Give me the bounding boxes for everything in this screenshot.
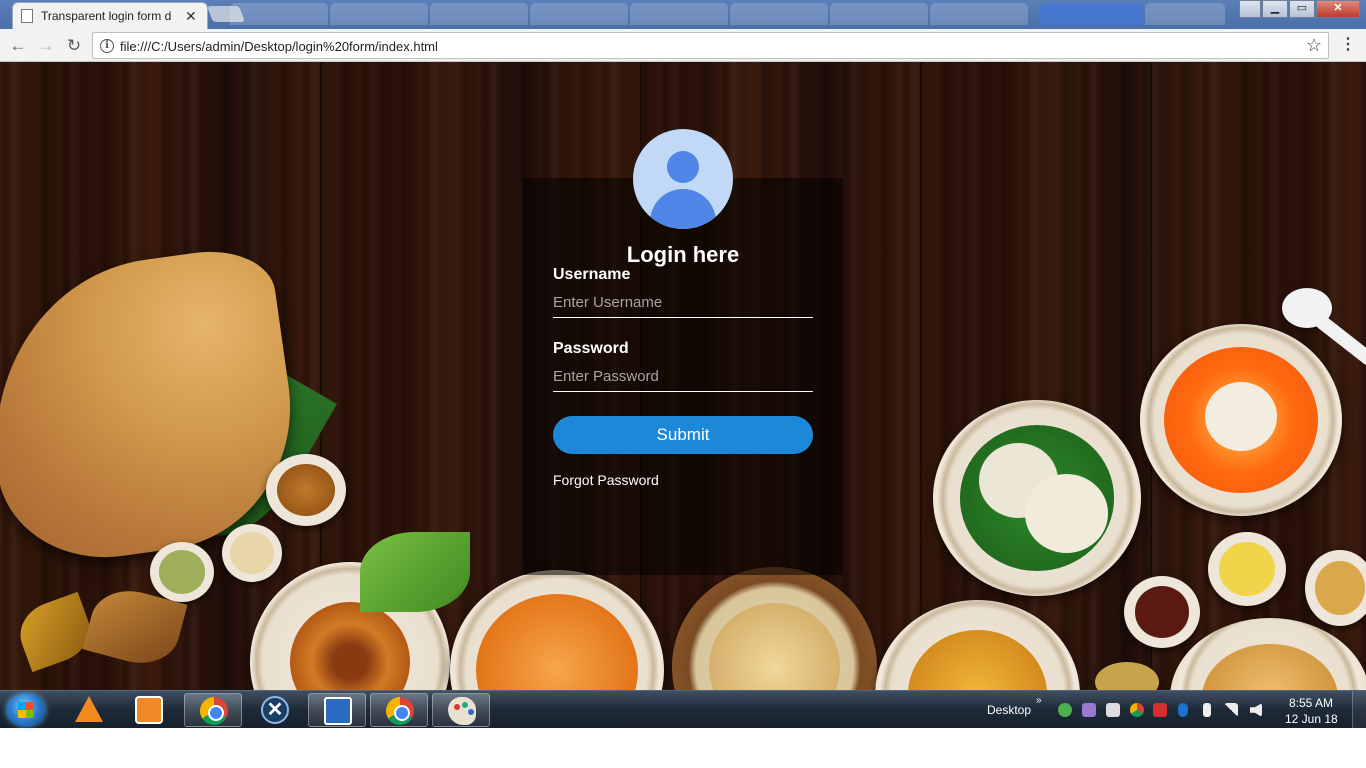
puri-plate xyxy=(1170,618,1366,690)
tray-app-icon[interactable] xyxy=(1082,703,1096,717)
tab-title: Transparent login form d xyxy=(41,9,172,23)
back-button[interactable]: ← xyxy=(7,35,29,57)
username-input[interactable] xyxy=(553,288,813,318)
clock-date[interactable]: 12 Jun 18 xyxy=(1285,712,1338,726)
background-tab[interactable] xyxy=(830,3,928,25)
paint-icon xyxy=(448,697,476,725)
chrome-icon xyxy=(200,697,228,725)
maximize-button[interactable]: ▭ xyxy=(1289,0,1315,18)
info-icon[interactable]: i xyxy=(100,39,114,53)
page-icon xyxy=(21,9,33,23)
sambar-bowl xyxy=(266,454,346,526)
avatar-icon xyxy=(633,129,733,229)
background-tab[interactable] xyxy=(1040,3,1144,25)
lettuce-image xyxy=(360,532,470,612)
windows-logo-icon xyxy=(18,702,34,718)
start-button[interactable] xyxy=(6,693,46,727)
submit-button[interactable]: Submit xyxy=(553,416,813,454)
tray-chrome-icon[interactable] xyxy=(1130,703,1144,717)
background-tab[interactable] xyxy=(930,3,1028,25)
soup-bowl xyxy=(1140,324,1342,516)
potato-plate xyxy=(875,600,1080,690)
address-bar[interactable]: i file:///C:/Users/admin/Desktop/login%2… xyxy=(92,32,1329,59)
background-tab[interactable] xyxy=(630,3,728,25)
forgot-password-link[interactable]: Forgot Password xyxy=(553,472,659,488)
window-controls: ▁ ▭ ✕ xyxy=(1238,0,1360,18)
password-input[interactable] xyxy=(553,362,813,392)
chickpea-bowl xyxy=(1305,550,1366,626)
password-label: Password xyxy=(553,340,629,357)
tray-app-icon[interactable] xyxy=(1058,703,1072,717)
taskbar-media-player[interactable] xyxy=(120,693,178,727)
wood-seam xyxy=(920,62,922,690)
box-app-icon xyxy=(324,697,352,725)
tray-flag-icon[interactable] xyxy=(1106,703,1120,717)
taskbar-box-app[interactable] xyxy=(308,693,366,727)
url-text[interactable]: file:///C:/Users/admin/Desktop/login%20f… xyxy=(120,39,438,54)
taskbar-chrome-2[interactable] xyxy=(370,693,428,727)
pineapple-bowl xyxy=(1208,532,1286,606)
tab-close-icon[interactable]: ✕ xyxy=(185,8,197,25)
close-button[interactable]: ✕ xyxy=(1316,0,1360,18)
forward-button[interactable]: → xyxy=(35,35,57,57)
avatar-head xyxy=(667,151,699,183)
reload-button[interactable]: ↻ xyxy=(63,35,85,57)
background-tab[interactable] xyxy=(330,3,428,25)
idli-plate xyxy=(933,400,1141,596)
tab-strip: Transparent login form d ✕ ▁ ▭ ✕ xyxy=(0,0,1366,29)
media-player-icon xyxy=(135,696,163,724)
paneer-curry-plate xyxy=(450,570,664,690)
coconut-chutney-bowl xyxy=(222,524,282,582)
tray-q-icon[interactable] xyxy=(1153,703,1167,717)
background-tab[interactable] xyxy=(1145,3,1225,25)
battery-icon[interactable] xyxy=(1203,703,1211,717)
minimize-button[interactable]: ▁ xyxy=(1262,0,1288,18)
toolbar-overflow-icon[interactable]: » xyxy=(1036,695,1042,706)
user-icon[interactable] xyxy=(1239,0,1261,18)
username-label: Username xyxy=(553,266,631,283)
sauce-bowl xyxy=(1124,576,1200,648)
vlc-icon xyxy=(75,696,103,722)
network-icon[interactable] xyxy=(1224,703,1238,717)
x-app-icon: ✕ xyxy=(261,696,289,724)
desktop-toolbar-label[interactable]: Desktop xyxy=(987,703,1031,717)
taskbar-vlc[interactable] xyxy=(60,693,118,727)
chutney-bowl xyxy=(150,542,214,602)
browser-menu-icon[interactable]: ⋮ xyxy=(1340,34,1356,54)
background-tab[interactable] xyxy=(730,3,828,25)
avatar-body xyxy=(650,189,716,229)
tab-active[interactable]: Transparent login form d ✕ xyxy=(12,2,208,29)
spoon-handle xyxy=(1313,313,1366,368)
background-tab[interactable] xyxy=(430,3,528,25)
bookmark-star-icon[interactable]: ☆ xyxy=(1306,35,1322,56)
login-title: Login here xyxy=(626,242,740,267)
bluetooth-icon[interactable] xyxy=(1178,703,1188,717)
clock-time[interactable]: 8:55 AM xyxy=(1289,696,1333,710)
taskbar-paint[interactable] xyxy=(432,693,490,727)
taskbar: ✕ Desktop » 8:55 AM 12 Jun 18 xyxy=(0,690,1366,729)
dosa-image xyxy=(0,242,309,572)
naan-basket xyxy=(672,567,877,690)
spices-image xyxy=(11,591,99,673)
volume-icon[interactable] xyxy=(1250,703,1262,717)
background-tab[interactable] xyxy=(230,3,328,25)
chrome-icon xyxy=(386,697,414,725)
browser-toolbar: ← → ↻ i file:///C:/Users/admin/Desktop/l… xyxy=(0,29,1366,62)
show-desktop-button[interactable] xyxy=(1352,691,1366,729)
taskbar-chrome[interactable] xyxy=(184,693,242,727)
background-tab[interactable] xyxy=(530,3,628,25)
taskbar-x-app[interactable]: ✕ xyxy=(246,693,304,727)
